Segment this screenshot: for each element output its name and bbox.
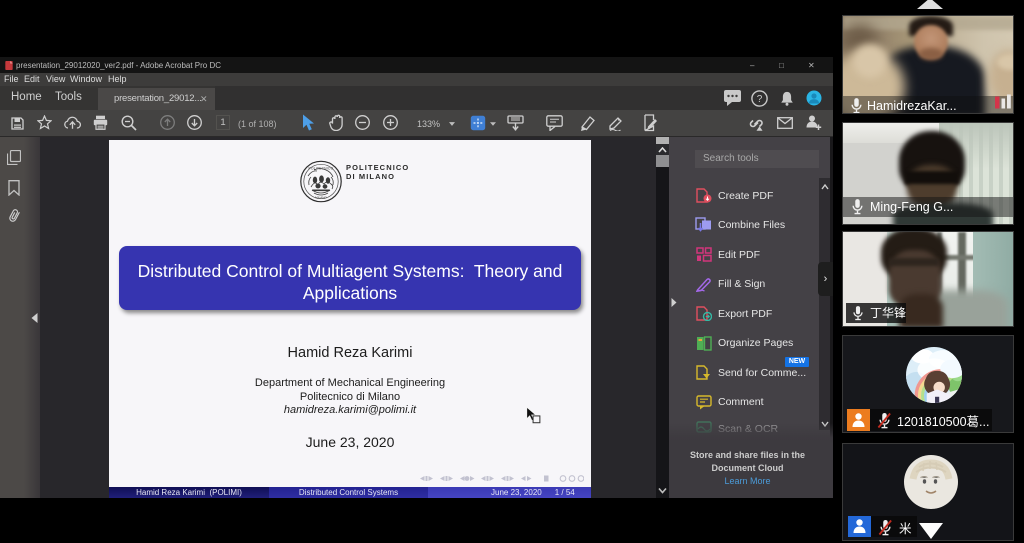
svg-text:POLITECNICO: POLITECNICO xyxy=(309,167,334,171)
svg-text:MILANO: MILANO xyxy=(315,196,327,200)
svg-text:?: ? xyxy=(757,94,763,105)
